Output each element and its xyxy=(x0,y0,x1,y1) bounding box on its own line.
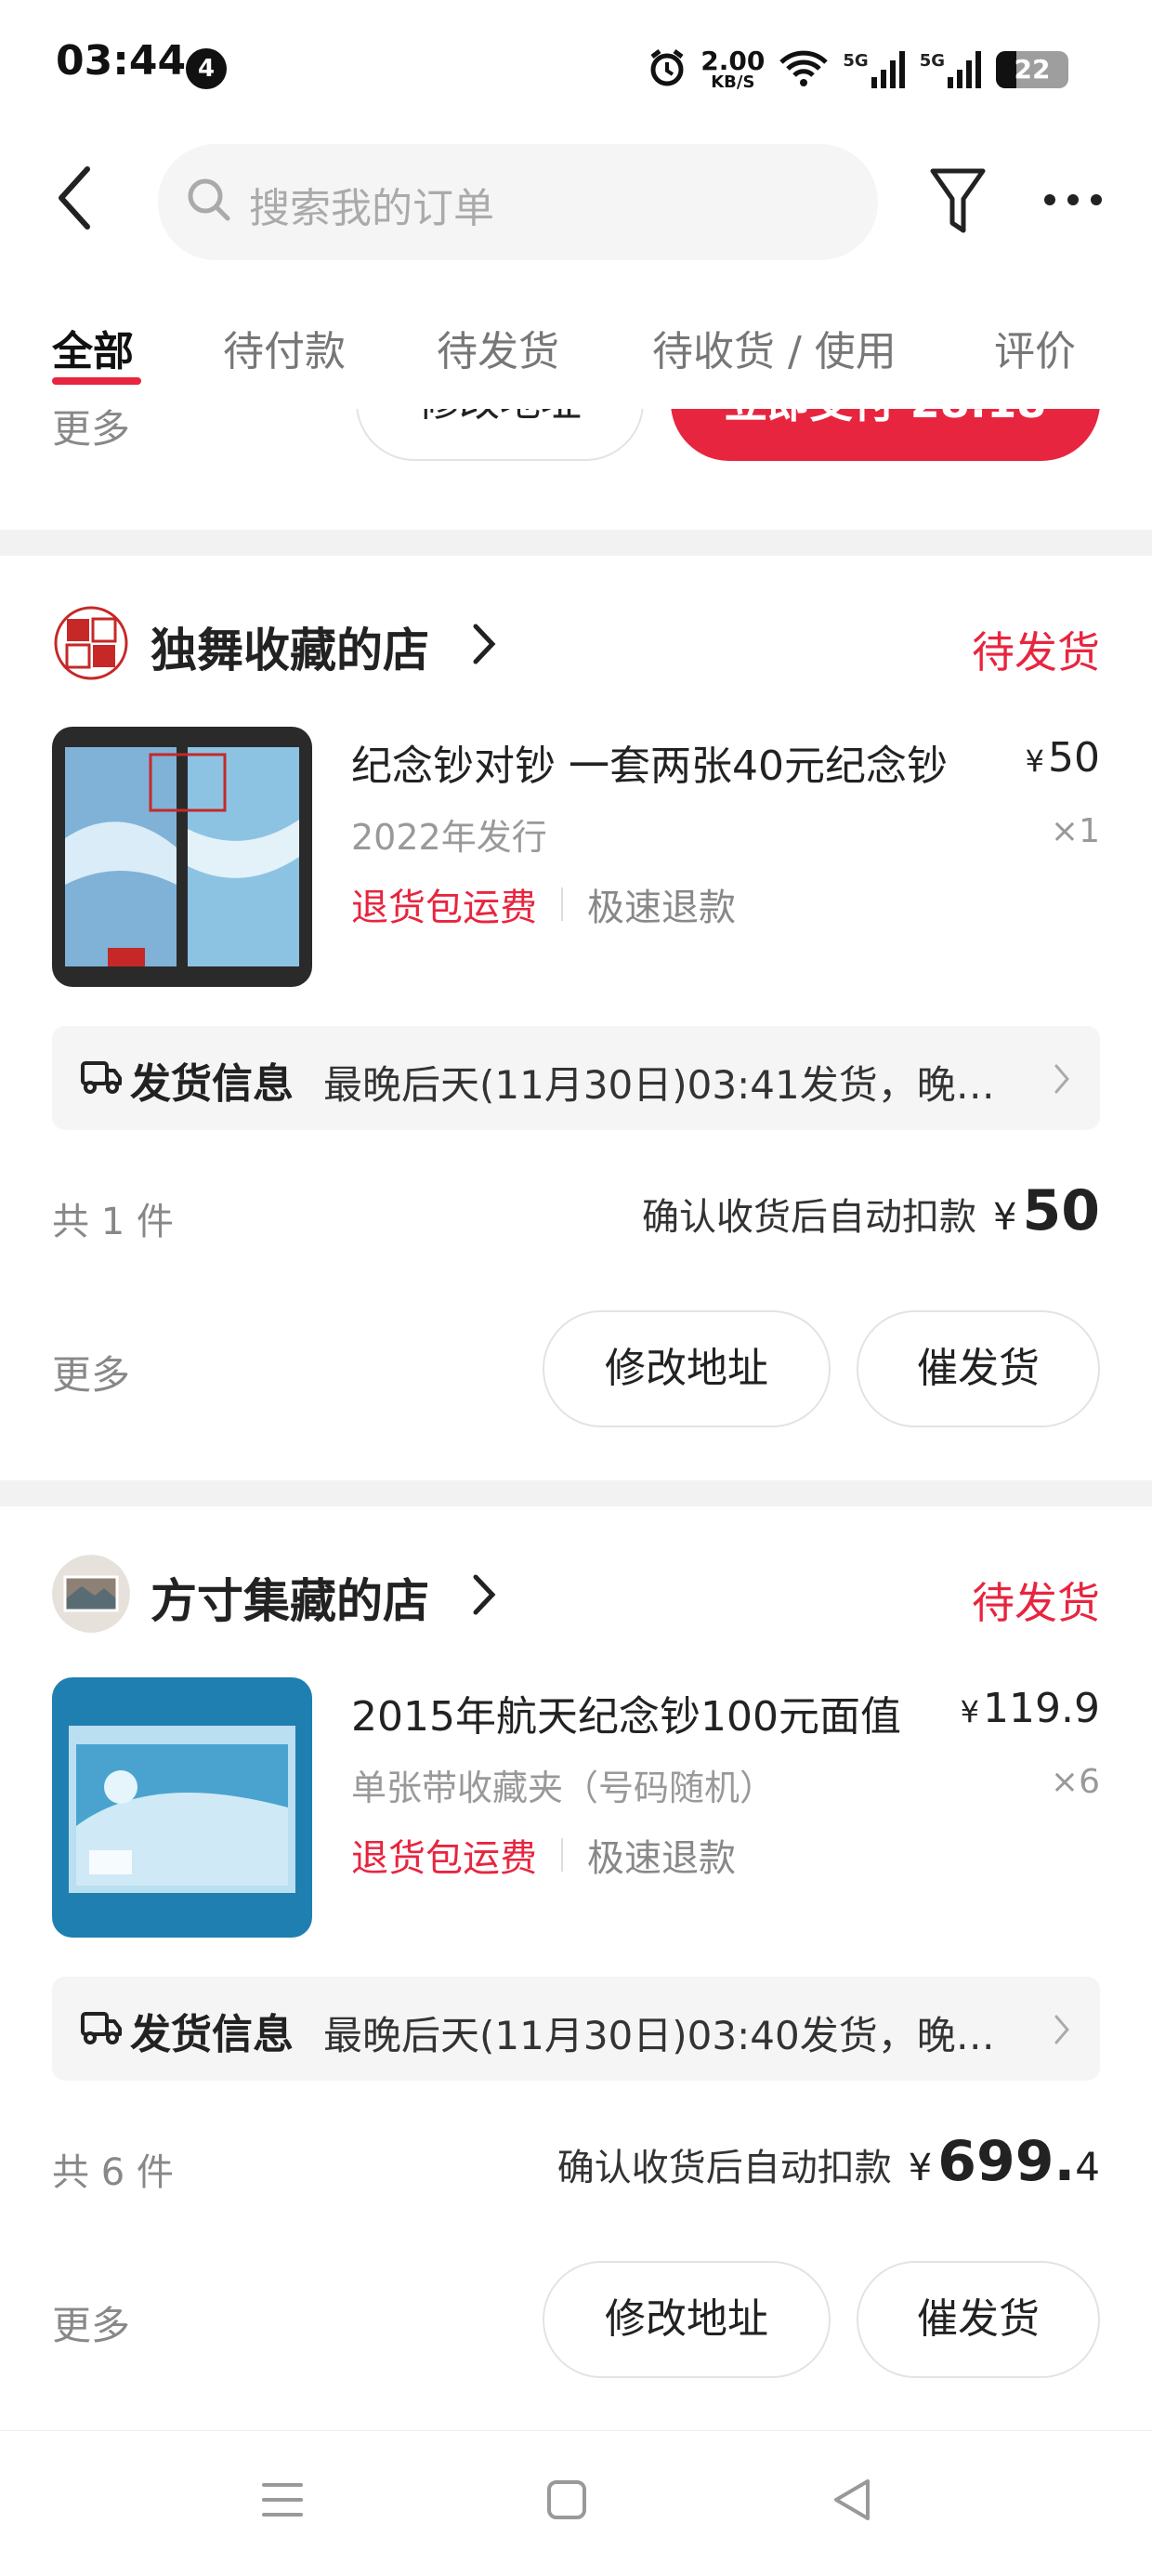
net-speed-value: 2.00 xyxy=(700,46,766,76)
partial-modify-address-button[interactable]: 修改地址 xyxy=(356,409,644,461)
signal-label-1: 5G xyxy=(843,51,869,71)
search-placeholder: 搜索我的订单 xyxy=(249,185,494,232)
back-button[interactable] xyxy=(56,165,111,240)
status-time: 03:44 xyxy=(56,37,187,85)
shop-logo[interactable] xyxy=(52,1555,130,1633)
net-speed-unit: KB/S xyxy=(711,72,755,92)
status-icons: 2.00 KB/S 5G 5G 22 xyxy=(647,42,1068,98)
shipping-info-label: 发货信息 xyxy=(130,2011,294,2058)
remind-ship-button[interactable]: 催发货 xyxy=(857,2261,1100,2378)
wifi-icon xyxy=(778,47,830,92)
section-divider xyxy=(0,530,1152,556)
shop-name[interactable]: 方寸集藏的店 xyxy=(151,1564,429,1631)
free-return-tag: 退货包运费 xyxy=(351,887,537,929)
tab-pending-shipment[interactable]: 待发货 xyxy=(437,318,559,377)
product-thumbnail[interactable] xyxy=(52,727,312,987)
truck-icon xyxy=(80,1058,123,1098)
signal-icon-2: 5G xyxy=(920,51,983,88)
product-price: ¥119.9 xyxy=(960,1685,1100,1732)
tag-separator xyxy=(561,887,563,921)
order-total: 确认收货后自动扣款 ¥50 xyxy=(642,1178,1100,1243)
partial-more-link[interactable]: 更多 xyxy=(52,409,130,454)
truck-icon xyxy=(80,2008,123,2049)
product-spec: 单张带收藏夹（号码随机） xyxy=(351,1768,776,1808)
tab-all[interactable]: 全部 xyxy=(52,318,134,377)
product-title[interactable]: 2015年航天纪念钞100元面值 xyxy=(351,1683,927,1742)
chevron-right-icon xyxy=(472,1573,496,1620)
chevron-right-icon xyxy=(1054,1063,1070,1098)
tag-separator xyxy=(561,1838,563,1872)
total-amount-dec: 4 xyxy=(1075,2144,1100,2189)
pay-now-button[interactable]: 立即支付 28:18 xyxy=(671,409,1100,461)
chevron-left-icon xyxy=(59,166,90,230)
home-icon[interactable] xyxy=(546,2479,587,2524)
more-link[interactable]: 更多 xyxy=(52,1344,130,1400)
total-amount: ¥50 xyxy=(993,1178,1100,1243)
product-price: ¥50 xyxy=(1025,734,1100,782)
total-label: 确认收货后自动扣款 xyxy=(556,2147,892,2189)
shop-name[interactable]: 独舞收藏的店 xyxy=(151,613,429,680)
product-thumbnail[interactable] xyxy=(52,1677,312,1938)
alarm-icon xyxy=(647,47,687,92)
modify-address-button[interactable]: 修改地址 xyxy=(543,1310,831,1427)
order-status: 待发货 xyxy=(972,627,1100,677)
product-quantity: ×1 xyxy=(1050,812,1100,850)
shipping-info-text: 最晚后天(11月30日)03:40发货，晚发必赔 xyxy=(323,2013,1011,2058)
item-count: 共 1 件 xyxy=(52,1201,174,1243)
search-icon xyxy=(186,177,232,227)
section-divider xyxy=(0,1480,1152,1506)
fast-refund-tag: 极速退款 xyxy=(587,1837,736,1880)
tab-pending-receipt[interactable]: 待收货 / 使用 xyxy=(652,318,897,377)
service-tags: 退货包运费 极速退款 xyxy=(351,877,736,931)
menu-icon[interactable] xyxy=(260,2479,305,2524)
modify-address-button[interactable]: 修改地址 xyxy=(543,2261,831,2378)
order-tabs: 全部 待付款 待发货 待收货 / 使用 评价 xyxy=(0,307,1152,409)
status-bar: 03:44 4 2.00 KB/S 5G 5G 22 xyxy=(0,0,1152,135)
signal-label-2: 5G xyxy=(919,51,945,71)
order-total: 确认收货后自动扣款 ¥699.4 xyxy=(557,2129,1100,2194)
battery-level: 22 xyxy=(1014,54,1051,85)
order-card: 方寸集藏的店 待发货 2015年航天纪念钞100元面值 ¥119.9 单张带收藏… xyxy=(0,1506,1152,2430)
more-link[interactable]: 更多 xyxy=(52,2294,130,2351)
shop-logo[interactable] xyxy=(52,604,130,682)
net-speed: 2.00 KB/S xyxy=(700,48,765,91)
free-return-tag: 退货包运费 xyxy=(351,1837,537,1880)
chevron-right-icon xyxy=(1054,2014,1070,2049)
battery-indicator: 22 xyxy=(996,51,1068,88)
notification-badge: 4 xyxy=(186,48,227,89)
chevron-right-icon xyxy=(472,623,496,669)
product-spec: 2022年发行 xyxy=(351,817,547,858)
total-amount: ¥699.4 xyxy=(908,2129,1100,2194)
total-amount-int: 699. xyxy=(937,2129,1076,2194)
remind-ship-button[interactable]: 催发货 xyxy=(857,1310,1100,1427)
filter-icon[interactable] xyxy=(929,165,987,240)
total-amount-int: 50 xyxy=(1022,1178,1101,1243)
tab-pending-payment[interactable]: 待付款 xyxy=(223,318,346,377)
product-quantity: ×6 xyxy=(1050,1763,1100,1801)
total-label: 确认收货后自动扣款 xyxy=(642,1196,977,1239)
partial-order-card: 更多 修改地址 立即支付 28:18 xyxy=(0,409,1152,530)
service-tags: 退货包运费 极速退款 xyxy=(351,1828,736,1882)
signal-icon-1: 5G xyxy=(843,51,906,88)
system-nav-bar xyxy=(0,2430,1152,2576)
back-triangle-icon[interactable] xyxy=(831,2477,871,2526)
order-status: 待发货 xyxy=(972,1578,1100,1628)
fast-refund-tag: 极速退款 xyxy=(587,887,736,929)
shipping-info-text: 最晚后天(11月30日)03:41发货，晚发必赔 xyxy=(323,1062,1011,1108)
product-title[interactable]: 纪念钞对钞 一套两张40元纪念钞 xyxy=(351,732,1001,792)
more-options-icon[interactable] xyxy=(1041,191,1106,213)
product-price-value: 119.9 xyxy=(983,1685,1100,1732)
item-count: 共 6 件 xyxy=(52,2151,174,2194)
shipping-info-label: 发货信息 xyxy=(130,1060,294,1108)
active-tab-indicator xyxy=(52,377,141,385)
tab-review[interactable]: 评价 xyxy=(994,318,1076,377)
product-price-value: 50 xyxy=(1048,734,1100,782)
order-card: 独舞收藏的店 待发货 纪念钞对钞 一套两张40元纪念钞 ¥50 2022年发行 … xyxy=(0,556,1152,1480)
